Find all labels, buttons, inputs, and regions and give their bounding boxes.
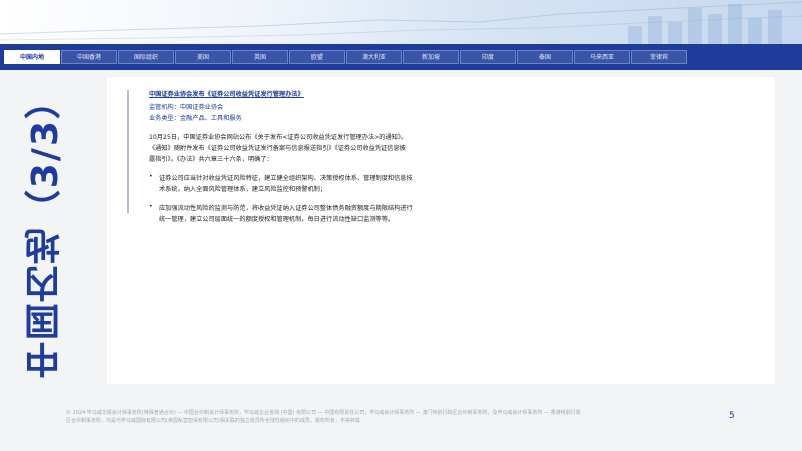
tab-india[interactable]: 印度 [460,50,516,64]
tab-usa[interactable]: 美国 [175,50,231,64]
bullet-line: 证券公司应当针对收益凭证风险特征，建立健全组织架构、决策授权体系、管理制度和信息… [159,175,413,182]
article-paragraph: 10月25日，中国证券业协会网站公布《关于发布<证券公司收益凭证发行管理办法>的… [149,132,439,165]
bullet-dot-icon: • [149,203,153,210]
banner-bars [628,4,782,44]
article-title-link[interactable]: 中国证券业协会发布《证券公司收益凭证发行管理办法》 [149,91,304,98]
article-body: 中国证券业协会发布《证券公司收益凭证发行管理办法》 监管机构：中国证券业协会 业… [149,89,439,225]
bullet-item: • 应加强流动性风险的监测与防范，将收益凭证纳入证券公司整体债务融资额度与期限结… [149,203,439,225]
tab-philippines[interactable]: 菲律宾 [631,50,687,64]
accent-bar [127,90,129,213]
paragraph-line: 10月25日，中国证券业协会网站公布《关于发布<证券公司收益凭证发行管理办法>的… [149,134,408,141]
business-type-label: 业务类型：金融产品、工具和服务 [149,115,242,122]
tab-malaysia[interactable]: 马来西亚 [574,50,630,64]
tab-hong-kong[interactable]: 中国香港 [61,50,117,64]
paragraph-line: 露指引》。《办法》共六章三十六条，明确了： [149,156,273,163]
footer-line: © 2024 毕马威华振会计师事务所(特殊普通合伙) — 中国合伙制会计师事务所… [66,410,581,416]
bullet-line: 统一管理，建立公司层面统一的额度授权和管理机制，每日进行流动性缺口监测等等。 [159,216,395,223]
paragraph-line: 《通知》随附件发布《证券公司收益凭证发行备案与信息报送指引》《证券公司收益凭证信… [149,145,406,152]
tab-australia[interactable]: 澳大利亚 [346,50,402,64]
bullet-item: • 证券公司应当针对收益凭证风险特征，建立健全组织架构、决策授权体系、管理制度和… [149,173,439,195]
section-title: 中国内地（3/3） [25,81,66,378]
section-title-text: 中国内地（3/3） [25,81,66,379]
tab-international-organizations[interactable]: 国际组织 [118,50,174,64]
copyright-footer: © 2024 毕马威华振会计师事务所(特殊普通合伙) — 中国合伙制会计师事务所… [66,409,666,425]
tab-eu[interactable]: 欧盟 [289,50,345,64]
bullet-dot-icon: • [149,173,153,180]
tab-singapore[interactable]: 新加坡 [403,50,459,64]
header-banner [0,0,802,44]
bullet-line: 术系统，纳入全面风险管理体系，建立风险监控和预警机制； [159,186,327,193]
tab-mainland-china[interactable]: 中国内地 [4,50,60,64]
regulator-label: 监管机构：中国证券业协会 [149,104,224,111]
tab-uk[interactable]: 英国 [232,50,288,64]
region-tab-bar: 中国内地 中国香港 国际组织 美国 英国 欧盟 澳大利亚 新加坡 印度 泰国 马… [0,44,802,70]
page-number: 5 [729,411,735,421]
footer-line: 区合伙制事务所，均是与毕马威国际有限公司(英国私营担保有限公司)相关联的独立成员… [66,418,360,424]
bullet-line: 应加强流动性风险的监测与防范，将收益凭证纳入证券公司整体债务融资额度与期限结构进… [159,205,413,212]
tab-thailand[interactable]: 泰国 [517,50,573,64]
